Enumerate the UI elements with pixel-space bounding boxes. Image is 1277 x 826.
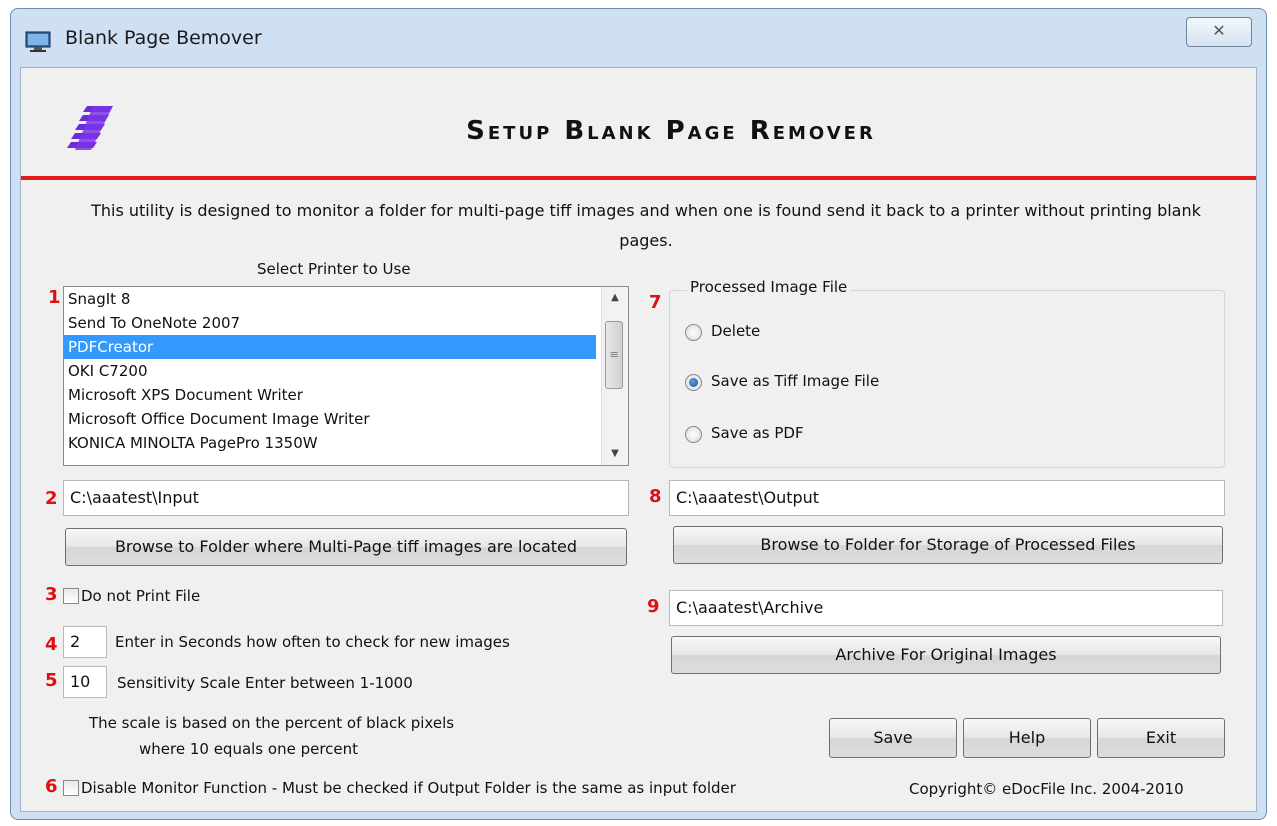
step-number-7: 7 [649, 292, 662, 313]
exit-button[interactable]: Exit [1097, 718, 1225, 758]
step-number-8: 8 [649, 486, 662, 507]
copyright-text: Copyright© eDocFile Inc. 2004-2010 [909, 780, 1184, 798]
delete-radio-label[interactable]: Delete [711, 322, 760, 340]
archive-folder-field[interactable]: C:\aaatest\Archive [669, 590, 1223, 626]
dialog-client-area: Setup Blank Page Remover This utility is… [20, 67, 1257, 812]
step-number-6: 6 [45, 776, 58, 797]
browse-output-folder-button[interactable]: Browse to Folder for Storage of Processe… [673, 526, 1223, 564]
step-number-9: 9 [647, 596, 660, 617]
printer-list-item[interactable]: KONICA MINOLTA PagePro 1350W [64, 431, 628, 455]
printer-section-label: Select Printer to Use [257, 260, 411, 278]
delete-radio[interactable] [685, 324, 702, 341]
app-window: Blank Page Bemover ✕ Setup Blank Page Re… [10, 8, 1267, 820]
do-not-print-label: Do not Print File [81, 587, 201, 605]
browse-input-folder-button[interactable]: Browse to Folder where Multi-Page tiff i… [65, 528, 627, 566]
scroll-up-arrow-icon[interactable]: ▲ [602, 287, 628, 309]
step-number-2: 2 [45, 488, 58, 509]
step-number-3: 3 [45, 584, 58, 605]
header-divider [21, 176, 1256, 180]
sensitivity-note-line1: The scale is based on the percent of bla… [89, 714, 455, 732]
processed-image-legend: Processed Image File [687, 278, 851, 296]
sensitivity-label: Sensitivity Scale Enter between 1-1000 [117, 674, 413, 692]
output-folder-field[interactable]: C:\aaatest\Output [669, 480, 1225, 516]
printer-list-item[interactable]: SnagIt 8 [64, 287, 628, 311]
save-as-tiff-radio[interactable] [685, 374, 702, 391]
printer-list-item[interactable]: Microsoft Office Document Image Writer [64, 407, 628, 431]
close-button[interactable]: ✕ [1186, 17, 1252, 47]
scroll-thumb[interactable]: ≡ [605, 321, 623, 389]
app-logo [67, 106, 113, 150]
step-number-1: 1 [48, 287, 61, 308]
disable-monitor-checkbox[interactable] [63, 780, 79, 796]
do-not-print-checkbox[interactable] [63, 588, 79, 604]
sensitivity-input[interactable]: 10 [63, 666, 107, 698]
printer-list-scrollbar[interactable]: ▲ ≡ ▼ [601, 287, 628, 465]
sensitivity-note-line2: where 10 equals one percent [139, 740, 359, 758]
printer-list-item-selected[interactable]: PDFCreator [64, 335, 596, 359]
input-folder-field[interactable]: C:\aaatest\Input [63, 480, 629, 516]
step-number-5: 5 [45, 670, 58, 691]
step-number-4: 4 [45, 634, 58, 655]
close-icon: ✕ [1212, 21, 1226, 40]
save-as-pdf-radio[interactable] [685, 426, 702, 443]
page-title: Setup Blank Page Remover [466, 116, 876, 146]
monitor-icon [25, 31, 51, 52]
title-bar[interactable]: Blank Page Bemover ✕ [11, 9, 1266, 73]
save-as-pdf-radio-label[interactable]: Save as PDF [711, 424, 804, 442]
window-title: Blank Page Bemover [65, 27, 262, 49]
help-button[interactable]: Help [963, 718, 1091, 758]
scroll-down-arrow-icon[interactable]: ▼ [602, 443, 628, 465]
printer-list-item[interactable]: Microsoft XPS Document Writer [64, 383, 628, 407]
check-interval-label: Enter in Seconds how often to check for … [115, 633, 510, 651]
printer-list-item[interactable]: OKI C7200 [64, 359, 628, 383]
disable-monitor-label: Disable Monitor Function - Must be check… [81, 779, 736, 797]
archive-original-images-button[interactable]: Archive For Original Images [671, 636, 1221, 674]
intro-text: This utility is designed to monitor a fo… [91, 201, 1201, 250]
save-button[interactable]: Save [829, 718, 957, 758]
check-interval-input[interactable]: 2 [63, 626, 107, 658]
printer-list-item[interactable]: Send To OneNote 2007 [64, 311, 628, 335]
printer-listbox[interactable]: SnagIt 8 Send To OneNote 2007 PDFCreator… [63, 286, 629, 466]
save-as-tiff-radio-label[interactable]: Save as Tiff Image File [711, 372, 879, 390]
